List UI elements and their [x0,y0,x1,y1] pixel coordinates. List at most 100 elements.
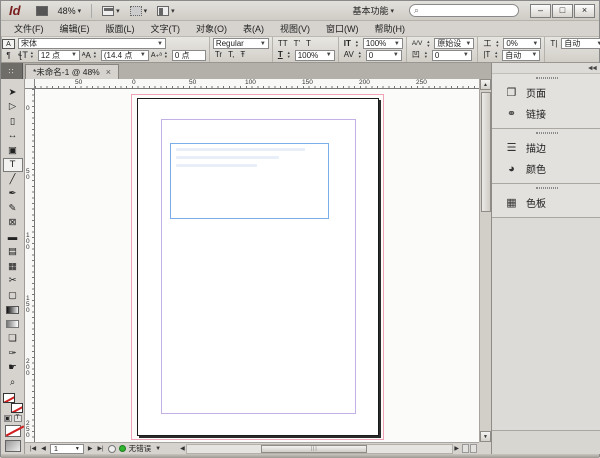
grid-count-select[interactable]: 0▼ [432,50,472,61]
menu-item-3[interactable]: 版面(L) [99,21,142,36]
menu-item-7[interactable]: 视图(V) [273,21,317,36]
tracking-select[interactable]: 0▼ [366,50,402,61]
dock-item-stroke[interactable]: ☰描边 [492,137,600,158]
search-input[interactable]: ⌕ [409,4,519,17]
kerning-select[interactable]: 原始设▼ [434,38,474,49]
paragraph-formatting-icon[interactable]: ¶ [6,51,10,60]
horizontal-scroll-track[interactable]: ||| [186,444,454,454]
workspace-switcher[interactable]: 基本功能 ▾ [347,2,399,19]
case-button-2[interactable]: T' [292,39,302,49]
first-page-button[interactable]: |◀ [29,445,37,452]
horizontal-scroll-thumb[interactable]: ||| [261,445,367,453]
free-transform-tool[interactable]: ▢ [3,288,23,303]
ruler-origin[interactable] [25,79,35,89]
view-options-button[interactable]: ▾ [97,4,125,18]
bridge-button[interactable] [31,4,53,18]
position-button-2[interactable]: T, [226,50,236,60]
eyedropper-tool[interactable]: ✑ [3,346,23,361]
preflight-status[interactable]: 无错误 ▼ [119,443,162,454]
hscale-stepper[interactable]: ▲▼ [287,51,293,59]
menu-item-5[interactable]: 对象(O) [189,21,234,36]
line-tool[interactable]: ╱ [3,172,23,187]
horizontal-scale-select[interactable]: 100%▼ [295,50,335,61]
content-collector-tool[interactable]: ▣ [3,143,23,158]
scroll-down-icon[interactable]: ▼ [480,431,491,442]
fill-swatch[interactable] [3,393,15,403]
font-size-stepper[interactable]: ▲▼ [30,51,36,59]
case-button-3[interactable]: T [304,39,313,49]
dock-group-grip[interactable] [492,184,600,192]
dock-group-grip[interactable] [492,74,600,82]
gap-tool[interactable]: ↔ [3,129,23,144]
note-tool[interactable]: ❏ [3,332,23,347]
position-button-1[interactable]: Tr [213,50,224,60]
direct-selection-tool[interactable]: ▷ [3,100,23,115]
collapse-dock-icon[interactable]: ◀◀ [588,65,597,71]
maximize-button[interactable]: □ [552,4,573,18]
formatting-affects-text-icon[interactable]: T [14,415,22,422]
vertical-scale-select[interactable]: 100%▼ [363,38,403,49]
previous-page-button[interactable]: ◀ [40,445,47,452]
minimize-button[interactable]: – [530,4,551,18]
gradient-swatch-tool[interactable] [3,303,23,318]
menu-item-6[interactable]: 表(A) [236,21,271,36]
page-tool[interactable]: ▯ [3,114,23,129]
dock-item-swatches[interactable]: ▦色板 [492,192,600,213]
formatting-affects-container-icon[interactable]: ▣ [4,415,12,422]
stroke-swatch[interactable] [11,403,23,413]
dock-item-links[interactable]: ⚭链接 [492,103,600,124]
hand-tool[interactable]: ☛ [3,361,23,376]
horizontal-scrollbar[interactable]: ◀ ||| ▶ [179,444,479,454]
tools-dock-toggle[interactable]: ∷ [1,63,23,79]
gradient-feather-tool[interactable] [3,317,23,332]
kerning-stepper[interactable]: ▲▼ [426,40,432,48]
space-after-select[interactable]: 自动▼ [502,50,540,61]
horizontal-ruler[interactable]: 50050100150200250 [35,79,479,89]
pencil-tool[interactable]: ✎ [3,201,23,216]
grid-count-stepper[interactable]: ▲▼ [424,51,430,59]
screen-mode-button[interactable]: ▾ [125,4,153,18]
font-family-select[interactable]: 宋体▼ [18,38,166,49]
vertical-ruler[interactable]: 050100150200250 [25,89,35,442]
zoom-level-select[interactable]: 48% ▾ [53,4,87,18]
dock-item-pages[interactable]: ❐页面 [492,82,600,103]
vertical-scrollbar[interactable]: ▲ ▼ [479,79,491,442]
next-page-button[interactable]: ▶ [87,445,94,452]
type-tool[interactable]: T [3,158,23,173]
scissors-tool[interactable]: ✂ [3,274,23,289]
case-button-1[interactable]: TT [276,39,290,49]
vertical-scroll-thumb[interactable] [481,92,491,212]
frame-tool[interactable]: ⊠ [3,216,23,231]
menu-item-2[interactable]: 编辑(E) [53,21,97,36]
scroll-left-icon[interactable]: ◀ [179,445,186,452]
selection-tool[interactable]: ➤ [3,85,23,100]
grid-scale-stepper[interactable]: ▲▼ [495,40,501,48]
close-button[interactable]: × [574,4,595,18]
baseline-shift-field[interactable]: 0 点 [172,50,206,61]
menu-item-4[interactable]: 文字(T) [144,21,188,36]
scroll-right-icon[interactable]: ▶ [453,445,460,452]
leading-stepper[interactable]: ▲▼ [93,51,99,59]
font-size-select[interactable]: 12 点▼ [38,50,80,61]
space-after-stepper[interactable]: ▲▼ [494,51,500,59]
pen-tool[interactable]: ✒ [3,187,23,202]
tracking-stepper[interactable]: ▲▼ [358,51,364,59]
canvas[interactable]: 50050100150200250 050100150200250 [25,79,479,442]
leading-select[interactable]: (14.4 点▼ [101,50,149,61]
space-before-select[interactable]: 自动▼ [561,38,600,49]
position-button-3[interactable]: Ŧ [238,50,247,60]
last-page-button[interactable]: ▶| [96,445,104,452]
apply-none-button[interactable] [5,425,21,437]
baseline-stepper[interactable]: ▲▼ [164,51,170,59]
preflight-icon[interactable] [108,445,116,453]
grid-scale-select[interactable]: 0%▼ [503,38,541,49]
dock-group-grip[interactable] [492,129,600,137]
horizontal-grid-tool[interactable]: ▤ [3,245,23,260]
character-formatting-icon[interactable]: A [2,39,15,49]
zoom-tool[interactable]: ⌕ [3,375,23,390]
tab-close-icon[interactable]: × [106,67,111,77]
scrollbar-extra-buttons[interactable] [460,444,479,453]
menu-item-9[interactable]: 帮助(H) [368,21,413,36]
fill-stroke-controls[interactable] [3,393,23,413]
menu-item-1[interactable]: 文件(F) [7,21,51,36]
